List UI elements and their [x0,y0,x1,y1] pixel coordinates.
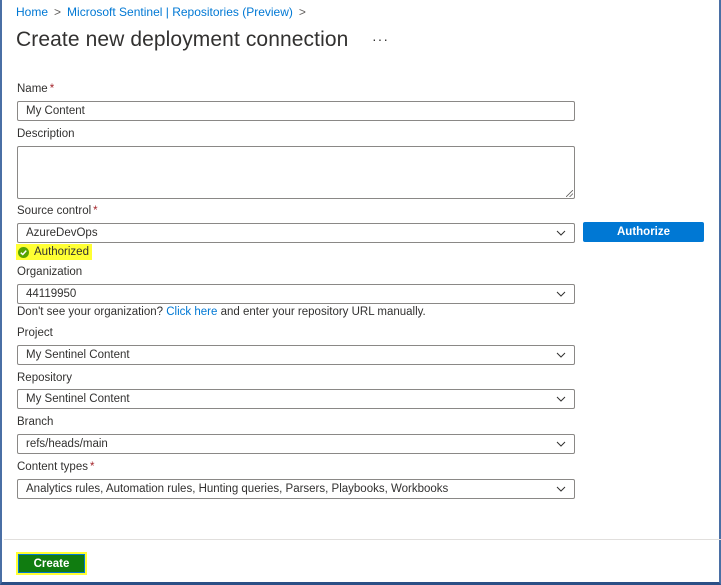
chevron-down-icon [556,396,566,402]
content-types-label-text: Content types [17,461,88,473]
source-control-label-text: Source control [17,205,92,217]
branch-label: Branch [17,416,54,428]
required-mark: * [49,83,55,95]
content-types-value: Analytics rules, Automation rules, Hunti… [26,483,449,495]
chevron-down-icon [556,230,566,236]
source-control-label: Source control * [17,205,98,217]
content-types-label: Content types * [17,461,94,473]
source-control-dropdown[interactable]: AzureDevOps [17,223,575,243]
chevron-down-icon [556,291,566,297]
create-button[interactable]: Create [18,554,85,573]
branch-value: refs/heads/main [26,438,108,450]
authorize-button[interactable]: Authorize [583,222,704,242]
description-textarea[interactable] [17,146,575,199]
authorized-text: Authorized [34,246,89,258]
description-label: Description [17,128,75,140]
organization-value: 44119950 [26,288,77,300]
breadcrumb-home[interactable]: Home [16,5,48,19]
create-button-highlight: Create [16,552,87,575]
repository-label: Repository [17,372,72,384]
more-options-icon[interactable]: ··· [372,31,389,47]
organization-dropdown[interactable]: 44119950 [17,284,575,304]
name-label: Name * [17,83,54,95]
click-here-link[interactable]: Click here [166,306,217,318]
breadcrumb-separator: > [54,5,62,19]
project-value: My Sentinel Content [26,349,130,361]
project-label: Project [17,327,53,339]
repository-dropdown[interactable]: My Sentinel Content [17,389,575,409]
organization-helper-text: Don't see your organization? Click here … [17,306,426,318]
required-mark: * [89,461,95,473]
breadcrumb: Home > Microsoft Sentinel | Repositories… [16,5,306,19]
authorized-status: Authorized [16,244,92,260]
project-dropdown[interactable]: My Sentinel Content [17,345,575,365]
name-label-text: Name [17,83,48,95]
footer-divider [4,539,721,540]
branch-dropdown[interactable]: refs/heads/main [17,434,575,454]
helper-prefix: Don't see your organization? [17,306,167,318]
check-circle-icon [18,246,29,258]
page-title: Create new deployment connection [16,28,349,51]
required-mark: * [93,205,98,217]
repository-value: My Sentinel Content [26,393,130,405]
chevron-down-icon [556,352,566,358]
name-input[interactable]: My Content [17,101,575,121]
blade-frame: Home > Microsoft Sentinel | Repositories… [0,0,721,585]
name-input-value: My Content [26,105,85,117]
organization-label: Organization [17,266,83,278]
chevron-down-icon [556,486,566,492]
content-types-dropdown[interactable]: Analytics rules, Automation rules, Hunti… [17,479,575,499]
source-control-value: AzureDevOps [26,227,98,239]
breadcrumb-separator: > [298,5,306,19]
breadcrumb-repositories[interactable]: Microsoft Sentinel | Repositories (Previ… [67,5,293,19]
helper-suffix: and enter your repository URL manually. [217,306,426,318]
resize-handle-icon[interactable] [566,190,573,197]
chevron-down-icon [556,441,566,447]
